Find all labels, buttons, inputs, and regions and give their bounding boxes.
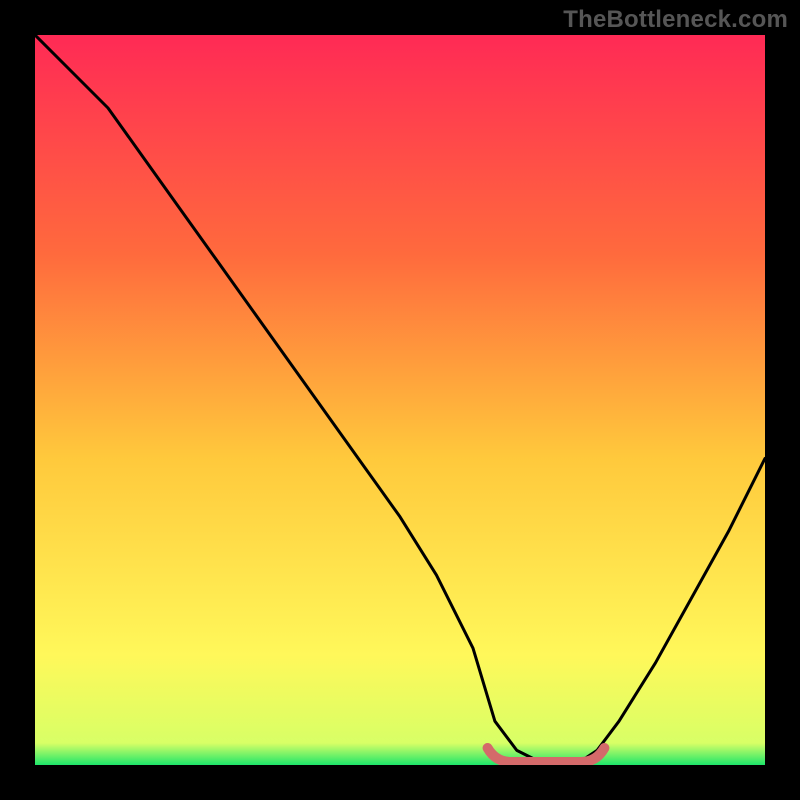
watermark-text: TheBottleneck.com [563, 6, 788, 34]
plot-area [35, 35, 765, 765]
plot-svg [35, 35, 765, 765]
gradient-background [35, 35, 765, 765]
chart-frame: TheBottleneck.com [0, 0, 800, 800]
